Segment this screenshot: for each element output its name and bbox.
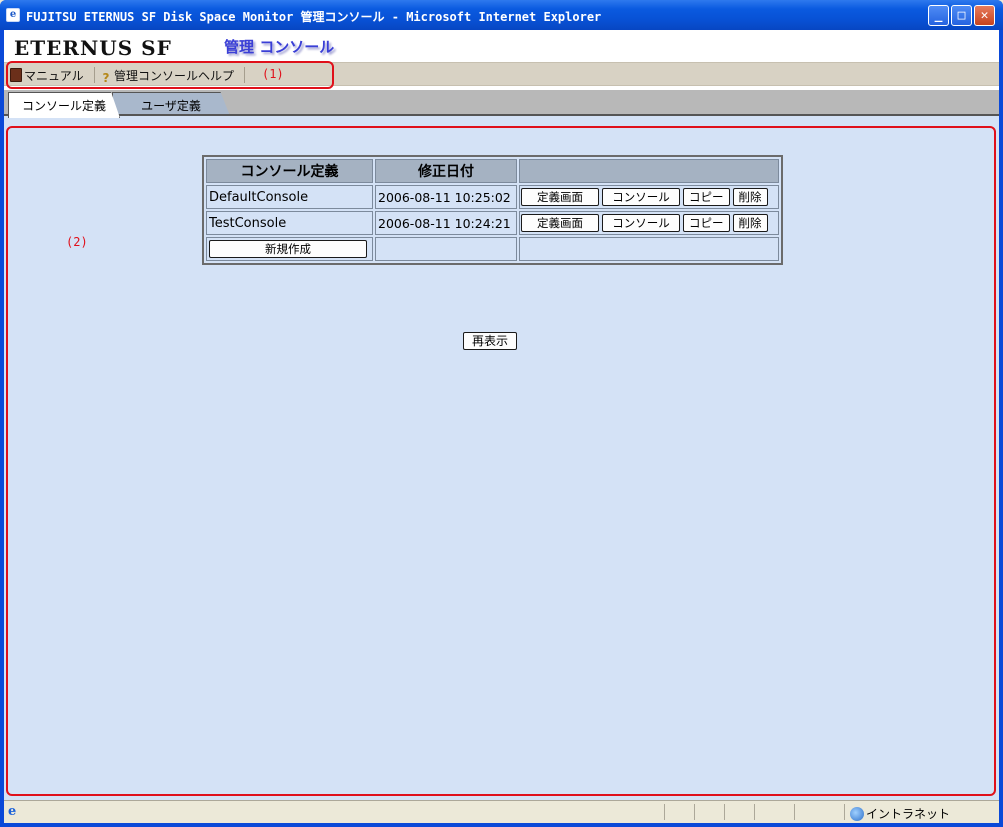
ie-page-icon: e [6, 8, 20, 22]
console-title: 管理 コンソール [224, 38, 335, 56]
ie-status-icon: e [8, 804, 17, 819]
maximize-button[interactable]: □ [951, 5, 972, 26]
status-divider [694, 804, 695, 820]
security-zone: イントラネット [850, 805, 950, 822]
status-divider [664, 804, 665, 820]
status-divider [754, 804, 755, 820]
tab-console-definition[interactable]: コンソール定義 [8, 92, 120, 118]
app-header: ETERNUS SF 管理 コンソール [4, 30, 999, 62]
browser-window: e FUJITSU ETERNUS SF Disk Space Monitor … [0, 0, 1003, 827]
close-button[interactable]: ✕ [974, 5, 995, 26]
annotation-box-toolbar [6, 61, 334, 89]
zone-label: イントラネット [866, 807, 951, 821]
status-divider [724, 804, 725, 820]
minimize-button[interactable]: _ [928, 5, 949, 26]
browser-content: ETERNUS SF 管理 コンソール マニュアル ? 管理コンソールヘルプ (1… [4, 30, 999, 823]
intranet-globe-icon [850, 807, 864, 821]
title-bar[interactable]: e FUJITSU ETERNUS SF Disk Space Monitor … [0, 0, 1003, 30]
status-bar: e イントラネット [4, 800, 999, 823]
annotation-box-main [6, 126, 996, 796]
status-divider [844, 804, 845, 820]
eternus-logo: ETERNUS SF [14, 36, 172, 60]
window-title: FUJITSU ETERNUS SF Disk Space Monitor 管理… [26, 10, 602, 24]
tab-user-definition[interactable]: ユーザ定義 [112, 92, 230, 116]
status-divider [794, 804, 795, 820]
